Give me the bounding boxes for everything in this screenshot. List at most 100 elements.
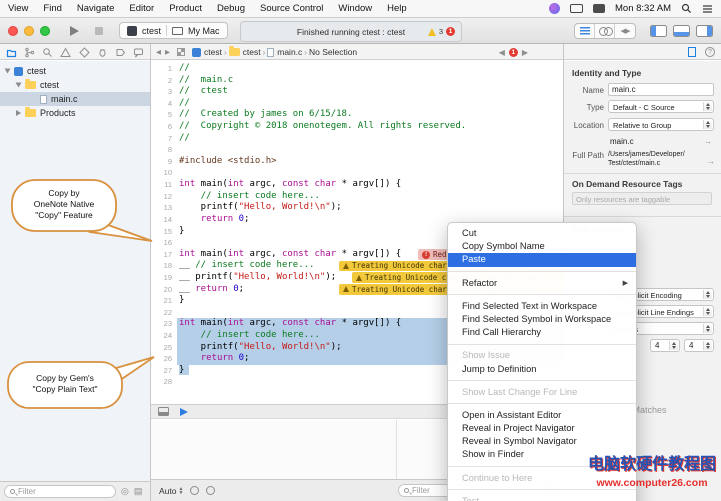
code-text[interactable]: // Copyright © 2018 onenotegem. All righ… xyxy=(177,121,563,133)
context-menu-item[interactable]: Jump to Definition xyxy=(448,363,636,376)
code-line[interactable]: 11int main(int argc, const char * argv[]… xyxy=(151,179,563,191)
related-items-icon[interactable] xyxy=(177,48,185,56)
breadcrumb-item[interactable]: No Selection xyxy=(309,47,357,57)
debug-split-divider[interactable] xyxy=(396,420,397,479)
context-menu-item[interactable]: Find Selected Text in Workspace xyxy=(448,300,636,313)
navigator-row[interactable]: ctest xyxy=(0,64,150,78)
breadcrumb-item[interactable]: ctest xyxy=(192,47,222,57)
menu-item[interactable]: Find xyxy=(43,3,61,14)
code-text[interactable]: // main.c xyxy=(177,75,563,87)
forward-button[interactable]: ▶ xyxy=(165,48,170,56)
navigator-filter-field[interactable]: Filter xyxy=(4,485,116,498)
quick-help-tab-icon[interactable]: ? xyxy=(705,47,715,57)
context-menu-item[interactable]: Paste xyxy=(448,253,636,266)
code-text[interactable]: // ctest xyxy=(177,86,563,98)
stop-button[interactable] xyxy=(95,27,103,35)
breakpoint-navigator-tab-icon[interactable] xyxy=(115,47,126,58)
code-line[interactable]: 9#include <stdio.h> xyxy=(151,156,563,168)
locate-path-icon[interactable]: → xyxy=(707,157,715,166)
code-line[interactable]: 8 xyxy=(151,144,563,156)
code-text[interactable]: // Created by james on 6/15/18. xyxy=(177,109,563,121)
disclosure-icon[interactable] xyxy=(16,83,22,88)
activity-viewer[interactable]: Finished running ctest : ctest 3 1 xyxy=(240,21,462,42)
menu-item[interactable]: View xyxy=(8,3,28,14)
navigator-row[interactable]: main.c xyxy=(0,92,150,106)
issue-badges[interactable]: 3 1 xyxy=(428,27,455,36)
menu-item[interactable]: Navigate xyxy=(77,3,115,14)
notification-center-icon[interactable] xyxy=(702,4,713,13)
recent-files-icon[interactable]: ◎ xyxy=(121,486,129,497)
context-menu-item[interactable]: Reveal in Symbol Navigator xyxy=(448,435,636,448)
context-menu-item[interactable]: Reveal in Project Navigator xyxy=(448,422,636,435)
context-menu-item[interactable]: Show in Finder xyxy=(448,448,636,461)
test-navigator-tab-icon[interactable] xyxy=(79,47,90,58)
debug-navigator-tab-icon[interactable] xyxy=(97,47,108,58)
navigator-toggle-button[interactable] xyxy=(650,25,667,37)
scheme-name[interactable]: ctest xyxy=(142,26,161,36)
menu-item[interactable]: Editor xyxy=(129,3,154,14)
menu-item[interactable]: Debug xyxy=(217,3,245,14)
navigator-row[interactable]: Products xyxy=(0,106,150,120)
navigator-row[interactable]: ctest xyxy=(0,78,150,92)
continue-execution-icon[interactable] xyxy=(180,408,188,416)
location-dropdown[interactable]: Relative to Group xyxy=(608,118,714,131)
assistant-editor-button[interactable] xyxy=(595,24,615,38)
search-navigator-tab-icon[interactable] xyxy=(42,47,53,58)
code-line[interactable]: 2// main.c xyxy=(151,75,563,87)
version-editor-button[interactable]: ◀▶ xyxy=(615,24,635,38)
memory-view-icon[interactable] xyxy=(206,486,215,495)
code-line[interactable]: 7// xyxy=(151,133,563,145)
code-line[interactable]: 3// ctest xyxy=(151,86,563,98)
locate-file-icon[interactable]: → xyxy=(704,137,712,146)
standard-editor-button[interactable] xyxy=(575,24,595,38)
code-text[interactable]: // insert code here... xyxy=(177,191,563,203)
code-text[interactable]: // xyxy=(177,98,563,110)
close-button[interactable] xyxy=(8,26,18,36)
debug-area-pane-icon[interactable] xyxy=(158,407,169,416)
menu-item[interactable]: Product xyxy=(169,3,202,14)
code-line[interactable]: 4// xyxy=(151,98,563,110)
variables-view-scope-dropdown[interactable]: Auto ▲▼ xyxy=(159,486,183,496)
source-control-navigator-tab-icon[interactable] xyxy=(24,47,35,58)
resource-tags-field[interactable]: Only resources are taggable xyxy=(572,192,712,205)
code-line[interactable]: 5// Created by james on 6/15/18. xyxy=(151,109,563,121)
scheme-selector[interactable]: ctest My Mac xyxy=(119,22,228,39)
context-menu-item[interactable]: Open in Assistant Editor xyxy=(448,409,636,422)
context-menu-item[interactable]: Find Selected Symbol in Workspace xyxy=(448,313,636,326)
navigator-divider[interactable] xyxy=(150,44,151,501)
code-text[interactable]: #include <stdio.h> xyxy=(177,156,563,168)
indent-width-stepper[interactable]: 4 xyxy=(684,339,714,352)
breadcrumb-item[interactable]: ctest xyxy=(229,47,261,57)
disclosure-icon[interactable] xyxy=(16,110,21,116)
menu-item[interactable]: Help xyxy=(387,3,407,14)
name-field[interactable]: main.c xyxy=(608,83,714,96)
menu-bar-clock[interactable]: Mon 8:32 AM xyxy=(615,3,671,14)
code-line[interactable]: 13 printf("Hello, World!\n"); xyxy=(151,202,563,214)
context-menu-item[interactable]: Copy Symbol Name xyxy=(448,240,636,253)
inspector-toggle-button[interactable] xyxy=(696,25,713,37)
context-menu-item[interactable]: Find Call Hierarchy xyxy=(448,326,636,339)
jump-bar[interactable]: ◀ ▶ ctest›ctest›main.c›No Selection ◀ 1 … xyxy=(151,44,563,60)
variables-view-icon[interactable] xyxy=(190,486,199,495)
code-text[interactable] xyxy=(177,167,563,179)
code-text[interactable]: int main(int argc, const char * argv[]) … xyxy=(177,179,563,191)
zoom-button[interactable] xyxy=(40,26,50,36)
context-menu-item[interactable]: Cut xyxy=(448,227,636,240)
minimize-button[interactable] xyxy=(24,26,34,36)
breadcrumb-item[interactable]: main.c xyxy=(267,47,302,57)
screen-mirroring-icon[interactable] xyxy=(570,4,583,13)
siri-icon[interactable] xyxy=(549,3,560,14)
context-menu-item[interactable]: Refactor▶ xyxy=(448,277,636,290)
next-issue-button[interactable]: ▶ xyxy=(522,48,528,57)
back-button[interactable]: ◀ xyxy=(156,48,161,56)
run-button[interactable] xyxy=(70,26,79,36)
menu-item[interactable]: Source Control xyxy=(260,3,323,14)
destination-name[interactable]: My Mac xyxy=(188,26,220,36)
code-line[interactable]: 6// Copyright © 2018 onenotegem. All rig… xyxy=(151,121,563,133)
input-source-icon[interactable] xyxy=(593,4,605,13)
code-text[interactable] xyxy=(177,144,563,156)
debug-area-toggle-button[interactable] xyxy=(673,25,690,37)
issue-navigator-tab-icon[interactable] xyxy=(60,47,71,58)
previous-issue-button[interactable]: ◀ xyxy=(499,48,505,57)
disclosure-icon[interactable] xyxy=(5,69,11,74)
